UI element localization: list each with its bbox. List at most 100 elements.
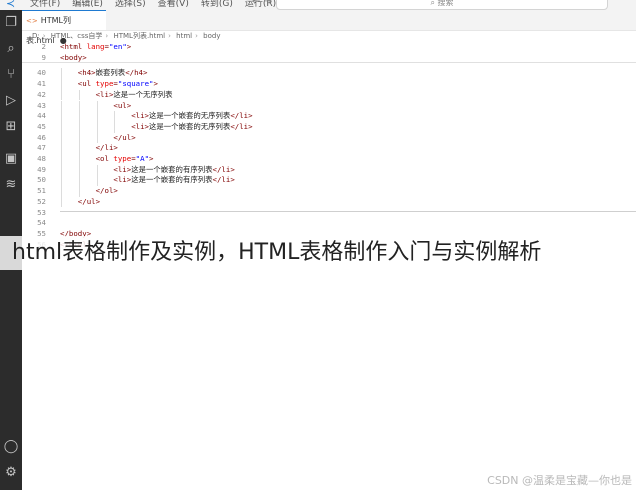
code-line[interactable]: 40 <h4>嵌套列表</h4> bbox=[22, 68, 636, 80]
indent-guide bbox=[78, 132, 80, 144]
breadcrumb-html[interactable]: html bbox=[176, 32, 192, 40]
line-number: 53 bbox=[37, 207, 46, 217]
menu-go[interactable]: 转到(G) bbox=[201, 0, 233, 9]
line-highlight-border bbox=[60, 211, 636, 212]
settings-gear-icon[interactable]: ⚙ bbox=[0, 464, 22, 482]
breadcrumb-folder[interactable]: HTML、css自学 bbox=[51, 32, 103, 40]
line-number: 48 bbox=[37, 154, 46, 163]
line-number: 41 bbox=[37, 79, 46, 89]
code-line[interactable]: 43 <ul> bbox=[22, 100, 636, 112]
code-text[interactable]: <html lang="en"> bbox=[60, 42, 131, 53]
command-center-search[interactable]: ⌕ 搜索 bbox=[276, 0, 608, 10]
indent-guide bbox=[61, 111, 62, 122]
line-number: 42 bbox=[37, 89, 46, 99]
code-line[interactable]: 52 </ul> bbox=[22, 196, 636, 208]
line-number: 52 bbox=[37, 196, 46, 206]
code-line[interactable]: 42 <li>这是一个无序列表 bbox=[22, 89, 636, 101]
source-control-icon[interactable]: ⑂ bbox=[0, 66, 22, 84]
extensions-icon[interactable]: ⊞ bbox=[0, 118, 22, 136]
indent-guide bbox=[61, 79, 62, 90]
indent-guide bbox=[61, 121, 62, 133]
explorer-icon[interactable]: ❐ bbox=[0, 14, 22, 32]
indent-guide bbox=[78, 186, 80, 197]
code-line[interactable]: 51 </ol> bbox=[22, 186, 636, 197]
watermark: CSDN @温柔是宝藏—你也是 bbox=[487, 474, 632, 487]
search-icon: ⌕ bbox=[430, 0, 435, 7]
code-text[interactable]: <li>这是一个嵌套的有序列表</li> bbox=[113, 175, 234, 186]
line-number: 49 bbox=[37, 164, 46, 174]
run-debug-icon[interactable]: ▷ bbox=[0, 92, 22, 110]
indent-guide bbox=[61, 154, 62, 165]
indent-guide bbox=[61, 175, 62, 187]
remote-explorer-icon[interactable]: ▣ bbox=[0, 150, 22, 168]
indent-guide bbox=[61, 132, 62, 144]
breadcrumb-body[interactable]: body bbox=[203, 32, 220, 40]
indent-guide bbox=[61, 100, 62, 112]
code-text[interactable]: </li> bbox=[96, 143, 118, 154]
indent-guide bbox=[78, 175, 80, 187]
code-text[interactable]: </ul> bbox=[113, 133, 135, 144]
editor-tab-bar: <> HTML列表.html ● bbox=[22, 10, 636, 45]
search-icon[interactable]: ⌕ bbox=[0, 40, 22, 58]
menu-view[interactable]: 查看(V) bbox=[158, 0, 189, 9]
code-text[interactable]: <ul type="square"> bbox=[78, 79, 158, 90]
indent-guide bbox=[61, 68, 62, 80]
indent-guide bbox=[61, 164, 62, 176]
code-line[interactable]: 46 </ul> bbox=[22, 132, 636, 144]
indent-guide bbox=[78, 143, 80, 154]
code-line[interactable]: 2 <html lang="en"> bbox=[22, 42, 636, 53]
line-number: 50 bbox=[37, 175, 46, 185]
indent-guide bbox=[61, 89, 62, 101]
line-number: 43 bbox=[37, 100, 46, 110]
indent-guide bbox=[96, 175, 98, 187]
code-text[interactable]: <ul> bbox=[113, 101, 131, 112]
code-line[interactable]: 54 bbox=[22, 218, 636, 229]
line-number: 2 bbox=[41, 42, 46, 51]
code-line[interactable]: 47 </li> bbox=[22, 143, 636, 154]
code-line[interactable]: 50 <li>这是一个嵌套的有序列表</li> bbox=[22, 175, 636, 187]
indent-guide bbox=[96, 111, 98, 122]
line-number: 46 bbox=[37, 132, 46, 142]
tab-html-list[interactable]: <> HTML列表.html ● bbox=[22, 10, 106, 45]
breadcrumb: D: › HTML、css自学 › HTML列表.html › html › body bbox=[32, 32, 221, 40]
account-icon[interactable]: ◯ bbox=[0, 438, 22, 456]
line-number: 51 bbox=[37, 186, 46, 196]
menu-edit[interactable]: 编辑(E) bbox=[72, 0, 103, 9]
indent-guide bbox=[61, 196, 62, 208]
menu-file[interactable]: 文件(F) bbox=[30, 0, 60, 9]
vscode-logo-icon: ≺ bbox=[6, 0, 16, 10]
indent-guide bbox=[78, 100, 80, 112]
code-text[interactable]: <li>这是一个嵌套的无序列表</li> bbox=[131, 122, 252, 133]
code-text[interactable]: <h4>嵌套列表</h4> bbox=[78, 68, 148, 79]
code-text[interactable]: </ul> bbox=[78, 197, 100, 208]
indent-guide bbox=[96, 100, 98, 112]
code-line[interactable]: 41 <ul type="square"> bbox=[22, 79, 636, 90]
nav-back-forward[interactable]: ← → bbox=[252, 0, 272, 7]
breadcrumb-file[interactable]: HTML列表.html bbox=[113, 32, 165, 40]
docker-icon[interactable]: ≋ bbox=[0, 176, 22, 194]
code-line[interactable]: 49 <li>这是一个嵌套的有序列表</li> bbox=[22, 164, 636, 176]
indent-guide bbox=[78, 121, 80, 133]
code-line[interactable]: 48 <ol type="A"> bbox=[22, 154, 636, 165]
indent-guide bbox=[78, 89, 80, 101]
code-text[interactable]: <ol type="A"> bbox=[96, 154, 154, 165]
line-number: 40 bbox=[37, 68, 46, 78]
line-number: 44 bbox=[37, 111, 46, 121]
line-number: 45 bbox=[37, 121, 46, 131]
code-line[interactable]: 53 bbox=[22, 208, 636, 219]
indent-guide bbox=[96, 121, 98, 133]
code-line[interactable]: 44 <li>这是一个嵌套的无序列表</li> bbox=[22, 111, 636, 122]
line-number: 54 bbox=[37, 218, 46, 228]
code-text[interactable]: </ol> bbox=[96, 186, 118, 197]
code-text[interactable]: <li>这是一个无序列表 bbox=[96, 90, 173, 101]
indent-guide bbox=[78, 111, 80, 122]
indent-guide bbox=[78, 164, 80, 176]
code-line[interactable]: 45 <li>这是一个嵌套的无序列表</li> bbox=[22, 121, 636, 133]
code-text[interactable]: <li>这是一个嵌套的无序列表</li> bbox=[131, 111, 252, 122]
indent-guide bbox=[61, 186, 62, 197]
indent-guide bbox=[96, 132, 98, 144]
line-number: 47 bbox=[37, 143, 46, 153]
code-text[interactable]: <li>这是一个嵌套的有序列表</li> bbox=[113, 165, 234, 176]
breadcrumb-drive[interactable]: D: bbox=[32, 32, 40, 40]
menu-selection[interactable]: 选择(S) bbox=[115, 0, 146, 9]
